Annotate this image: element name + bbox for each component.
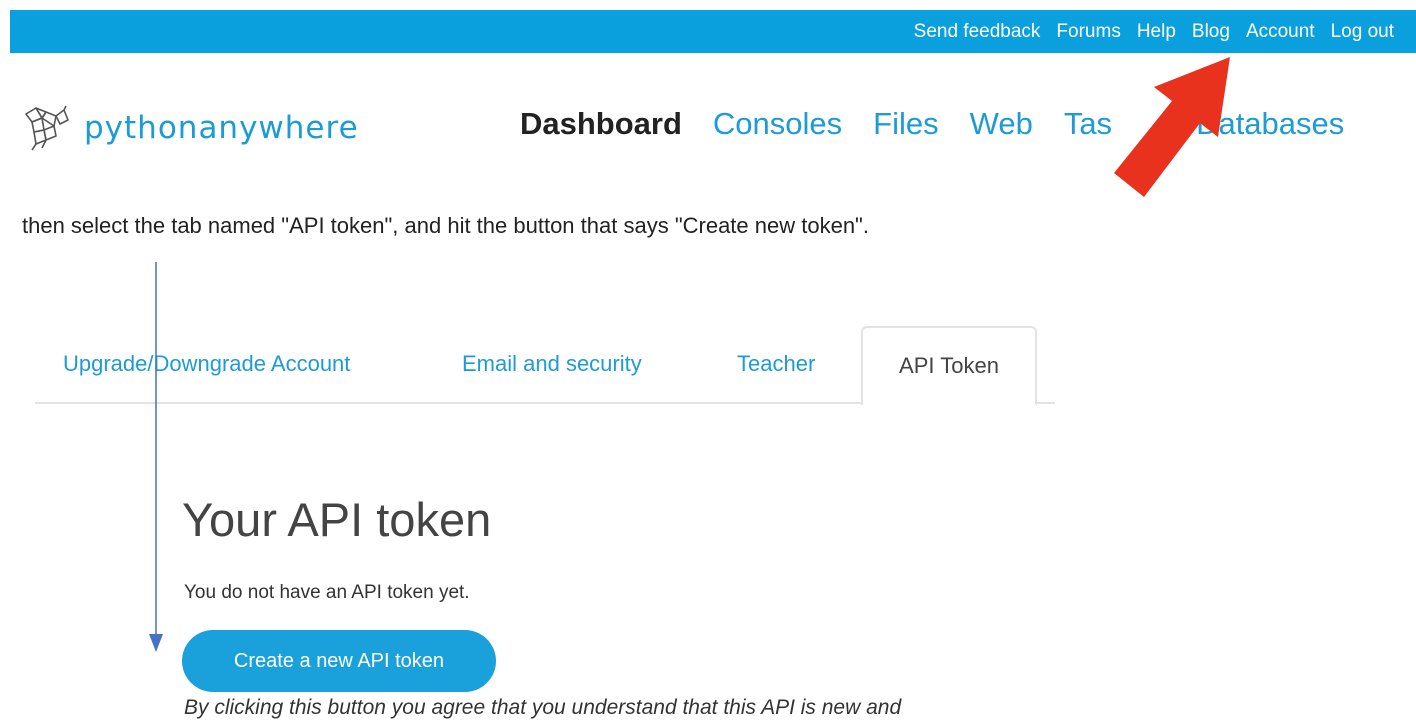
logo-text: pythonanywhere xyxy=(84,110,359,146)
page: Send feedback Forums Help Blog Account L… xyxy=(0,0,1416,728)
send-feedback-link[interactable]: Send feedback xyxy=(914,21,1041,43)
nav-dashboard[interactable]: Dashboard xyxy=(520,106,682,142)
help-link[interactable]: Help xyxy=(1137,21,1176,43)
token-status: You do not have an API token yet. xyxy=(184,582,470,603)
disclaimer-text: By clicking this button you agree that y… xyxy=(184,696,902,719)
forums-link[interactable]: Forums xyxy=(1056,21,1120,43)
nav-consoles[interactable]: Consoles xyxy=(713,106,842,142)
blue-arrow-icon xyxy=(149,262,163,652)
account-tabs: Upgrade/Downgrade Account Email and secu… xyxy=(35,326,1055,406)
log-out-link[interactable]: Log out xyxy=(1331,21,1394,43)
token-heading: Your API token xyxy=(182,493,492,546)
tab-teacher[interactable]: Teacher xyxy=(737,326,815,402)
tab-upgrade-downgrade-account[interactable]: Upgrade/Downgrade Account xyxy=(63,326,350,402)
red-arrow-icon xyxy=(1114,57,1230,197)
tab-email-and-security[interactable]: Email and security xyxy=(462,326,642,402)
account-link[interactable]: Account xyxy=(1246,21,1315,43)
instruction-text: then select the tab named "API token", a… xyxy=(22,213,869,238)
python-snake-logo-icon xyxy=(25,105,69,151)
tab-api-token[interactable]: API Token xyxy=(861,326,1037,406)
nav-web[interactable]: Web xyxy=(970,106,1033,142)
logo[interactable]: pythonanywhere xyxy=(22,104,359,152)
blog-link[interactable]: Blog xyxy=(1192,21,1230,43)
top-bar: Send feedback Forums Help Blog Account L… xyxy=(10,10,1416,53)
top-links: Send feedback Forums Help Blog Account L… xyxy=(898,10,1394,53)
nav-files[interactable]: Files xyxy=(873,106,938,142)
create-api-token-button[interactable]: Create a new API token xyxy=(182,630,496,692)
